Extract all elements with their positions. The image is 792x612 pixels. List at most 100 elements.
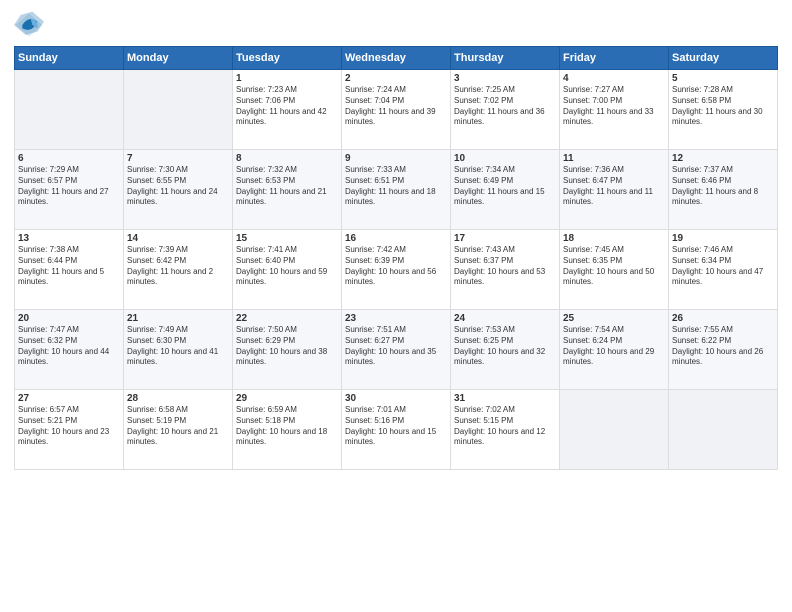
- weekday-wednesday: Wednesday: [342, 47, 451, 70]
- day-info: Sunrise: 7:45 AM Sunset: 6:35 PM Dayligh…: [563, 245, 665, 288]
- day-info: Sunrise: 6:57 AM Sunset: 5:21 PM Dayligh…: [18, 405, 120, 448]
- weekday-header-row: SundayMondayTuesdayWednesdayThursdayFrid…: [15, 47, 778, 70]
- day-number: 26: [672, 313, 774, 324]
- calendar-cell: 15Sunrise: 7:41 AM Sunset: 6:40 PM Dayli…: [233, 230, 342, 310]
- calendar-cell: 2Sunrise: 7:24 AM Sunset: 7:04 PM Daylig…: [342, 70, 451, 150]
- day-info: Sunrise: 7:39 AM Sunset: 6:42 PM Dayligh…: [127, 245, 229, 288]
- day-number: 13: [18, 233, 120, 244]
- day-info: Sunrise: 7:29 AM Sunset: 6:57 PM Dayligh…: [18, 165, 120, 208]
- calendar-cell: 10Sunrise: 7:34 AM Sunset: 6:49 PM Dayli…: [451, 150, 560, 230]
- day-info: Sunrise: 7:28 AM Sunset: 6:58 PM Dayligh…: [672, 85, 774, 128]
- day-info: Sunrise: 7:27 AM Sunset: 7:00 PM Dayligh…: [563, 85, 665, 128]
- day-number: 9: [345, 153, 447, 164]
- week-row-2: 6Sunrise: 7:29 AM Sunset: 6:57 PM Daylig…: [15, 150, 778, 230]
- day-number: 12: [672, 153, 774, 164]
- week-row-4: 20Sunrise: 7:47 AM Sunset: 6:32 PM Dayli…: [15, 310, 778, 390]
- day-number: 17: [454, 233, 556, 244]
- day-number: 4: [563, 73, 665, 84]
- calendar-cell: 11Sunrise: 7:36 AM Sunset: 6:47 PM Dayli…: [560, 150, 669, 230]
- calendar-cell: 13Sunrise: 7:38 AM Sunset: 6:44 PM Dayli…: [15, 230, 124, 310]
- day-number: 1: [236, 73, 338, 84]
- calendar-cell: 16Sunrise: 7:42 AM Sunset: 6:39 PM Dayli…: [342, 230, 451, 310]
- day-number: 6: [18, 153, 120, 164]
- day-number: 27: [18, 393, 120, 404]
- calendar-cell: 25Sunrise: 7:54 AM Sunset: 6:24 PM Dayli…: [560, 310, 669, 390]
- calendar-table: SundayMondayTuesdayWednesdayThursdayFrid…: [14, 46, 778, 470]
- calendar-cell: 28Sunrise: 6:58 AM Sunset: 5:19 PM Dayli…: [124, 390, 233, 470]
- day-number: 14: [127, 233, 229, 244]
- day-info: Sunrise: 7:49 AM Sunset: 6:30 PM Dayligh…: [127, 325, 229, 368]
- day-info: Sunrise: 7:53 AM Sunset: 6:25 PM Dayligh…: [454, 325, 556, 368]
- calendar-cell: 19Sunrise: 7:46 AM Sunset: 6:34 PM Dayli…: [669, 230, 778, 310]
- calendar-cell: 9Sunrise: 7:33 AM Sunset: 6:51 PM Daylig…: [342, 150, 451, 230]
- day-number: 3: [454, 73, 556, 84]
- day-info: Sunrise: 7:42 AM Sunset: 6:39 PM Dayligh…: [345, 245, 447, 288]
- calendar-cell: 30Sunrise: 7:01 AM Sunset: 5:16 PM Dayli…: [342, 390, 451, 470]
- calendar-cell: 6Sunrise: 7:29 AM Sunset: 6:57 PM Daylig…: [15, 150, 124, 230]
- day-number: 31: [454, 393, 556, 404]
- day-number: 8: [236, 153, 338, 164]
- calendar-cell: 29Sunrise: 6:59 AM Sunset: 5:18 PM Dayli…: [233, 390, 342, 470]
- day-number: 23: [345, 313, 447, 324]
- day-info: Sunrise: 7:30 AM Sunset: 6:55 PM Dayligh…: [127, 165, 229, 208]
- calendar-cell: 24Sunrise: 7:53 AM Sunset: 6:25 PM Dayli…: [451, 310, 560, 390]
- calendar-cell: 20Sunrise: 7:47 AM Sunset: 6:32 PM Dayli…: [15, 310, 124, 390]
- day-number: 22: [236, 313, 338, 324]
- day-info: Sunrise: 7:25 AM Sunset: 7:02 PM Dayligh…: [454, 85, 556, 128]
- day-info: Sunrise: 7:50 AM Sunset: 6:29 PM Dayligh…: [236, 325, 338, 368]
- day-info: Sunrise: 7:32 AM Sunset: 6:53 PM Dayligh…: [236, 165, 338, 208]
- calendar-body: 1Sunrise: 7:23 AM Sunset: 7:06 PM Daylig…: [15, 70, 778, 470]
- calendar-cell: 5Sunrise: 7:28 AM Sunset: 6:58 PM Daylig…: [669, 70, 778, 150]
- calendar-cell: 4Sunrise: 7:27 AM Sunset: 7:00 PM Daylig…: [560, 70, 669, 150]
- day-info: Sunrise: 7:46 AM Sunset: 6:34 PM Dayligh…: [672, 245, 774, 288]
- week-row-1: 1Sunrise: 7:23 AM Sunset: 7:06 PM Daylig…: [15, 70, 778, 150]
- calendar-cell: 31Sunrise: 7:02 AM Sunset: 5:15 PM Dayli…: [451, 390, 560, 470]
- day-info: Sunrise: 6:58 AM Sunset: 5:19 PM Dayligh…: [127, 405, 229, 448]
- day-number: 19: [672, 233, 774, 244]
- weekday-friday: Friday: [560, 47, 669, 70]
- day-number: 11: [563, 153, 665, 164]
- calendar-cell: 27Sunrise: 6:57 AM Sunset: 5:21 PM Dayli…: [15, 390, 124, 470]
- calendar-page: SundayMondayTuesdayWednesdayThursdayFrid…: [0, 0, 792, 612]
- day-info: Sunrise: 7:41 AM Sunset: 6:40 PM Dayligh…: [236, 245, 338, 288]
- calendar-cell: 3Sunrise: 7:25 AM Sunset: 7:02 PM Daylig…: [451, 70, 560, 150]
- day-info: Sunrise: 6:59 AM Sunset: 5:18 PM Dayligh…: [236, 405, 338, 448]
- calendar-cell: 8Sunrise: 7:32 AM Sunset: 6:53 PM Daylig…: [233, 150, 342, 230]
- calendar-cell: [124, 70, 233, 150]
- logo: [14, 10, 48, 40]
- day-number: 2: [345, 73, 447, 84]
- weekday-monday: Monday: [124, 47, 233, 70]
- calendar-cell: 17Sunrise: 7:43 AM Sunset: 6:37 PM Dayli…: [451, 230, 560, 310]
- day-info: Sunrise: 7:23 AM Sunset: 7:06 PM Dayligh…: [236, 85, 338, 128]
- day-number: 18: [563, 233, 665, 244]
- day-info: Sunrise: 7:51 AM Sunset: 6:27 PM Dayligh…: [345, 325, 447, 368]
- calendar-cell: 12Sunrise: 7:37 AM Sunset: 6:46 PM Dayli…: [669, 150, 778, 230]
- week-row-5: 27Sunrise: 6:57 AM Sunset: 5:21 PM Dayli…: [15, 390, 778, 470]
- day-number: 5: [672, 73, 774, 84]
- calendar-header: SundayMondayTuesdayWednesdayThursdayFrid…: [15, 47, 778, 70]
- calendar-cell: 21Sunrise: 7:49 AM Sunset: 6:30 PM Dayli…: [124, 310, 233, 390]
- day-info: Sunrise: 7:33 AM Sunset: 6:51 PM Dayligh…: [345, 165, 447, 208]
- day-number: 28: [127, 393, 229, 404]
- day-info: Sunrise: 7:43 AM Sunset: 6:37 PM Dayligh…: [454, 245, 556, 288]
- day-number: 25: [563, 313, 665, 324]
- weekday-saturday: Saturday: [669, 47, 778, 70]
- day-info: Sunrise: 7:34 AM Sunset: 6:49 PM Dayligh…: [454, 165, 556, 208]
- calendar-cell: 22Sunrise: 7:50 AM Sunset: 6:29 PM Dayli…: [233, 310, 342, 390]
- week-row-3: 13Sunrise: 7:38 AM Sunset: 6:44 PM Dayli…: [15, 230, 778, 310]
- day-info: Sunrise: 7:36 AM Sunset: 6:47 PM Dayligh…: [563, 165, 665, 208]
- day-number: 29: [236, 393, 338, 404]
- weekday-tuesday: Tuesday: [233, 47, 342, 70]
- weekday-sunday: Sunday: [15, 47, 124, 70]
- day-number: 30: [345, 393, 447, 404]
- day-info: Sunrise: 7:37 AM Sunset: 6:46 PM Dayligh…: [672, 165, 774, 208]
- day-number: 21: [127, 313, 229, 324]
- day-number: 16: [345, 233, 447, 244]
- calendar-cell: [560, 390, 669, 470]
- calendar-cell: 7Sunrise: 7:30 AM Sunset: 6:55 PM Daylig…: [124, 150, 233, 230]
- day-number: 24: [454, 313, 556, 324]
- header: [14, 10, 778, 40]
- day-info: Sunrise: 7:55 AM Sunset: 6:22 PM Dayligh…: [672, 325, 774, 368]
- logo-icon: [14, 10, 44, 40]
- day-info: Sunrise: 7:47 AM Sunset: 6:32 PM Dayligh…: [18, 325, 120, 368]
